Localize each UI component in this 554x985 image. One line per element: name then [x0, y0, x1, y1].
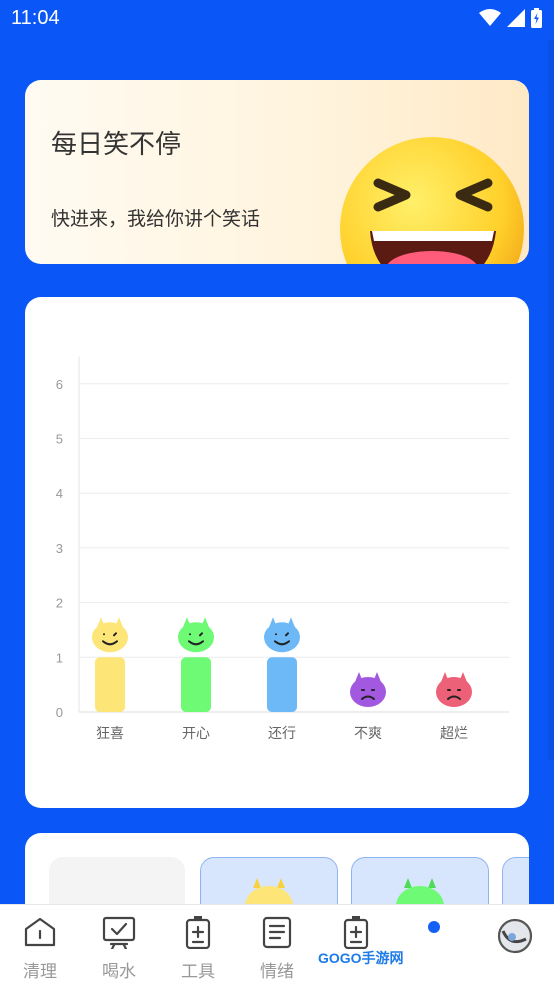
bottom-tab-bar: 清理 喝水 工具 情绪 — [0, 904, 554, 985]
mood-mascot-icon — [178, 617, 214, 653]
tab-label-clean: 清理 — [23, 962, 57, 982]
tab-label-water: 喝水 — [102, 962, 136, 982]
mood-mascot-icon — [92, 617, 128, 653]
tab-clean[interactable]: 清理 — [0, 905, 80, 985]
tab-label-tools: 工具 — [181, 962, 215, 982]
y-tick-label: 2 — [56, 596, 63, 611]
home-icon — [24, 917, 56, 947]
banner-subtitle: 快进来，我给你讲个笑话 — [51, 208, 261, 230]
mood-chart-card: 0 1 2 3 4 5 6 狂喜 开心 还行 不爽 超烂 — [25, 297, 529, 808]
mood-mascot-icon — [436, 672, 472, 707]
battery-plus-icon — [343, 916, 369, 949]
notification-dot — [428, 921, 440, 933]
y-tick-label: 3 — [56, 541, 63, 556]
tab-tools[interactable]: 工具 — [158, 905, 238, 985]
bar — [95, 657, 125, 712]
wifi-icon — [479, 9, 501, 26]
x-tick-label: 超烂 — [440, 726, 468, 742]
banner-title: 每日笑不停 — [51, 130, 182, 160]
watermark-logo: GOGO手游网 — [318, 950, 404, 966]
laughing-emoji-icon — [340, 137, 524, 264]
mood-bar-chart: 0 1 2 3 4 5 6 狂喜 开心 还行 不爽 超烂 — [56, 356, 509, 742]
battery-plus-icon — [185, 916, 211, 949]
x-tick-label: 狂喜 — [96, 726, 124, 742]
tab-profile[interactable] — [475, 905, 554, 985]
bar — [267, 657, 297, 712]
tab-water[interactable]: 喝水 — [79, 905, 159, 985]
monitor-check-icon — [102, 916, 136, 949]
y-tick-label: 6 — [56, 377, 63, 392]
mood-mascot-icon — [264, 617, 300, 653]
y-tick-label: 0 — [56, 705, 63, 720]
avatar-icon — [497, 918, 533, 954]
scrollbar[interactable] — [548, 40, 554, 760]
y-tick-label: 5 — [56, 432, 63, 447]
signal-icon — [507, 9, 525, 27]
tab-battery[interactable] — [316, 905, 440, 985]
document-icon — [262, 916, 292, 949]
y-tick-label: 1 — [56, 650, 63, 665]
mood-mascot-icon — [350, 672, 386, 707]
status-bar: 11:04 — [0, 0, 554, 38]
bar — [181, 657, 211, 712]
x-tick-label: 还行 — [268, 726, 296, 742]
x-tick-label: 开心 — [182, 726, 210, 742]
tab-label-mood: 情绪 — [260, 962, 294, 982]
x-tick-label: 不爽 — [354, 726, 382, 742]
battery-icon — [531, 8, 542, 28]
tab-mood[interactable]: 情绪 — [237, 905, 317, 985]
joke-banner[interactable]: 每日笑不停 快进来，我给你讲个笑话 — [25, 80, 529, 264]
y-tick-label: 4 — [56, 486, 63, 501]
status-time: 11:04 — [11, 7, 60, 29]
status-icons — [479, 8, 542, 28]
